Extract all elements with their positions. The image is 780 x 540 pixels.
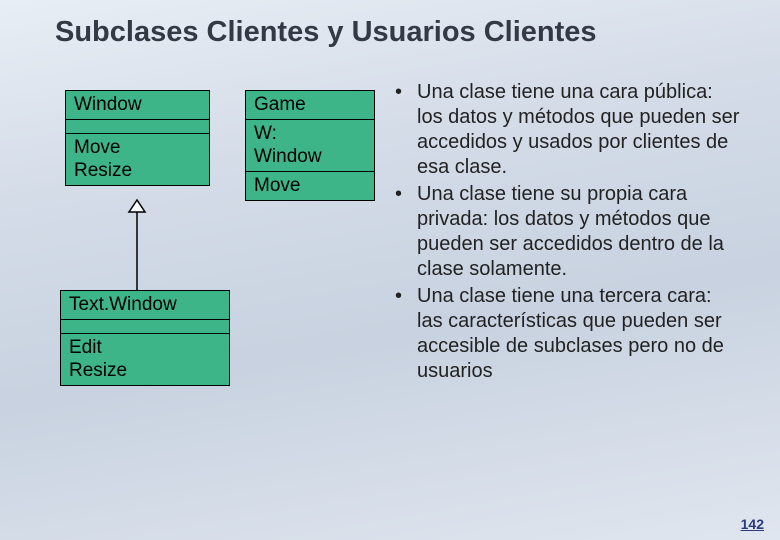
uml-diagram-area: Window Move Resize Game W: Window Move T…: [55, 90, 395, 450]
inheritance-arrow-icon: [125, 200, 149, 292]
uml-attr-empty: [61, 320, 229, 334]
slide: Subclases Clientes y Usuarios Clientes W…: [0, 0, 780, 540]
bullet-list: Una clase tiene una cara pública: los da…: [395, 80, 740, 450]
uml-methods: Edit Resize: [61, 334, 229, 386]
uml-class-game: Game W: Window Move: [245, 90, 375, 201]
bullet-item: Una clase tiene una cara pública: los da…: [395, 80, 740, 180]
uml-attr-empty: [66, 120, 209, 134]
slide-title: Subclases Clientes y Usuarios Clientes: [55, 15, 740, 50]
uml-class-window: Window Move Resize: [65, 90, 210, 186]
bullet-item: Una clase tiene su propia cara privada: …: [395, 182, 740, 282]
uml-class-name: Game: [246, 91, 374, 120]
uml-class-textwindow: Text.Window Edit Resize: [60, 290, 230, 386]
uml-methods: Move Resize: [66, 134, 209, 186]
uml-class-name: Text.Window: [61, 291, 229, 320]
content-area: Window Move Resize Game W: Window Move T…: [55, 90, 740, 450]
bullet-item: Una clase tiene una tercera cara: las ca…: [395, 284, 740, 384]
uml-methods: Move: [246, 172, 374, 200]
page-number: 142: [741, 516, 764, 532]
uml-class-name: Window: [66, 91, 209, 120]
uml-attrs: W: Window: [246, 120, 374, 173]
